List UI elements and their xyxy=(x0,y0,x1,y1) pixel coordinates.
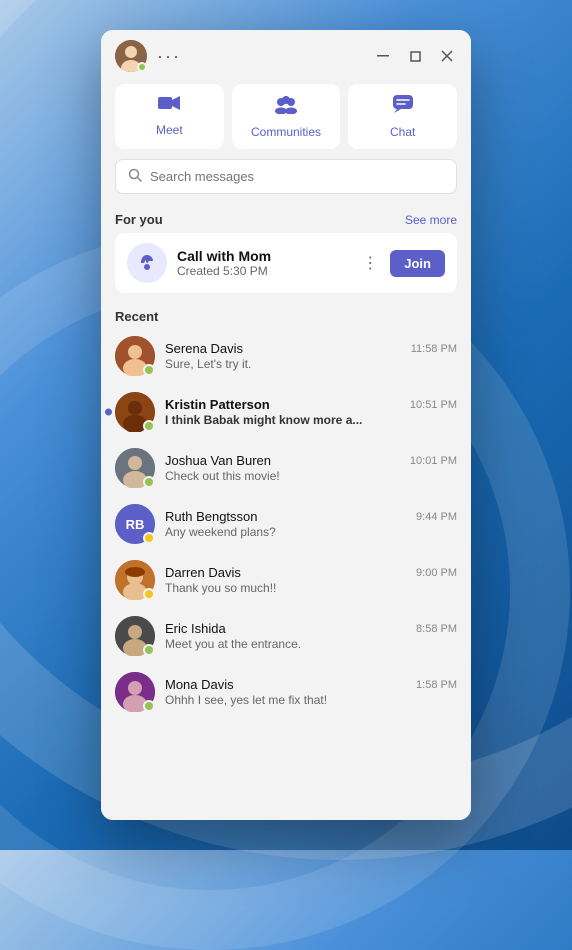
chat-preview: Ohhh I see, yes let me fix that! xyxy=(165,693,457,707)
status-indicator xyxy=(143,420,155,432)
chat-avatar xyxy=(115,560,155,600)
chat-time: 10:51 PM xyxy=(410,399,457,411)
nav-chat-button[interactable]: Chat xyxy=(348,84,457,149)
chat-item[interactable]: RB Ruth Bengtsson 9:44 PM Any weekend plans… xyxy=(101,496,471,552)
communities-icon xyxy=(273,94,299,120)
chat-content: Eric Ishida 8:58 PM Meet you at the entran… xyxy=(165,621,457,651)
chat-icon xyxy=(392,94,414,120)
chat-name: Eric Ishida xyxy=(165,621,226,636)
recent-header: Recent xyxy=(101,303,471,328)
restore-button[interactable] xyxy=(405,46,425,66)
chat-time: 1:58 PM xyxy=(416,679,457,691)
for-you-header: For you See more xyxy=(101,204,471,233)
status-indicator xyxy=(143,588,155,600)
chat-avatar xyxy=(115,616,155,656)
chat-item[interactable]: Joshua Van Buren 10:01 PM Check out this m… xyxy=(101,440,471,496)
title-bar: ··· xyxy=(101,30,471,80)
chat-preview: Meet you at the entrance. xyxy=(165,637,457,651)
status-indicator xyxy=(143,476,155,488)
chat-label: Chat xyxy=(390,125,415,139)
chat-avatar xyxy=(115,448,155,488)
chat-time: 9:44 PM xyxy=(416,511,457,523)
chat-item[interactable]: Serena Davis 11:58 PM Sure, Let's try it. xyxy=(101,328,471,384)
chat-avatar xyxy=(115,672,155,712)
chat-item[interactable]: Eric Ishida 8:58 PM Meet you at the entran… xyxy=(101,608,471,664)
for-you-title: For you xyxy=(115,212,163,227)
svg-text:RB: RB xyxy=(126,517,145,532)
chat-time: 8:58 PM xyxy=(416,623,457,635)
chat-preview: Any weekend plans? xyxy=(165,525,457,539)
chat-item[interactable]: Kristin Patterson 10:51 PM I think Babak m… xyxy=(101,384,471,440)
chat-time: 10:01 PM xyxy=(410,455,457,467)
search-icon xyxy=(128,168,142,185)
see-more-link[interactable]: See more xyxy=(405,213,457,227)
chat-content: Mona Davis 1:58 PM Ohhh I see, yes let me … xyxy=(165,677,457,707)
chat-preview: Check out this movie! xyxy=(165,469,457,483)
chat-time: 11:58 PM xyxy=(411,343,457,355)
call-subtitle: Created 5:30 PM xyxy=(177,264,348,278)
app-window: ··· Meet xyxy=(101,30,471,820)
call-title: Call with Mom xyxy=(177,248,348,264)
chat-avatar: RB xyxy=(115,504,155,544)
call-card[interactable]: Call with Mom Created 5:30 PM ⋮ Join xyxy=(115,233,457,293)
chat-content: Serena Davis 11:58 PM Sure, Let's try it. xyxy=(165,341,457,371)
window-controls xyxy=(373,46,457,66)
chat-avatar xyxy=(115,336,155,376)
status-indicator xyxy=(143,364,155,376)
chat-content: Ruth Bengtsson 9:44 PM Any weekend plans? xyxy=(165,509,457,539)
chat-preview: I think Babak might know more a... xyxy=(165,413,457,427)
recent-title: Recent xyxy=(115,309,158,324)
user-avatar-container xyxy=(115,40,147,72)
chat-name: Darren Davis xyxy=(165,565,241,580)
chat-item[interactable]: Darren Davis 9:00 PM Thank you so much!! xyxy=(101,552,471,608)
title-bar-left: ··· xyxy=(115,40,181,72)
search-box[interactable] xyxy=(115,159,457,194)
call-actions: ⋮ Join xyxy=(358,250,445,277)
close-button[interactable] xyxy=(437,46,457,66)
chat-content: Darren Davis 9:00 PM Thank you so much!! xyxy=(165,565,457,595)
chat-list: Serena Davis 11:58 PM Sure, Let's try it. K… xyxy=(101,328,471,720)
status-indicator xyxy=(143,644,155,656)
chat-time: 9:00 PM xyxy=(416,567,457,579)
more-options-dots[interactable]: ··· xyxy=(157,46,181,67)
chat-content: Kristin Patterson 10:51 PM I think Babak m… xyxy=(165,397,457,427)
status-indicator xyxy=(143,700,155,712)
call-icon-circle xyxy=(127,243,167,283)
chat-content: Joshua Van Buren 10:01 PM Check out this m… xyxy=(165,453,457,483)
nav-meet-button[interactable]: Meet xyxy=(115,84,224,149)
minimize-button[interactable] xyxy=(373,46,393,66)
search-input[interactable] xyxy=(150,169,444,184)
chat-item[interactable]: Mona Davis 1:58 PM Ohhh I see, yes let me … xyxy=(101,664,471,720)
meet-icon xyxy=(157,94,181,118)
nav-communities-button[interactable]: Communities xyxy=(232,84,341,149)
chat-name: Ruth Bengtsson xyxy=(165,509,258,524)
meet-label: Meet xyxy=(156,123,183,137)
search-section xyxy=(101,159,471,204)
chat-avatar xyxy=(115,392,155,432)
chat-preview: Sure, Let's try it. xyxy=(165,357,457,371)
status-indicator xyxy=(143,532,155,544)
chat-name: Serena Davis xyxy=(165,341,243,356)
content-scroll[interactable]: For you See more Call with Mom Created 5… xyxy=(101,204,471,820)
call-info: Call with Mom Created 5:30 PM xyxy=(177,248,348,278)
chat-name: Joshua Van Buren xyxy=(165,453,271,468)
nav-section: Meet Communities xyxy=(101,80,471,159)
call-more-options[interactable]: ⋮ xyxy=(358,251,382,275)
chat-name: Mona Davis xyxy=(165,677,234,692)
user-status-dot xyxy=(137,62,147,72)
communities-label: Communities xyxy=(251,125,321,139)
chat-preview: Thank you so much!! xyxy=(165,581,457,595)
join-button[interactable]: Join xyxy=(390,250,445,277)
chat-name: Kristin Patterson xyxy=(165,397,270,412)
